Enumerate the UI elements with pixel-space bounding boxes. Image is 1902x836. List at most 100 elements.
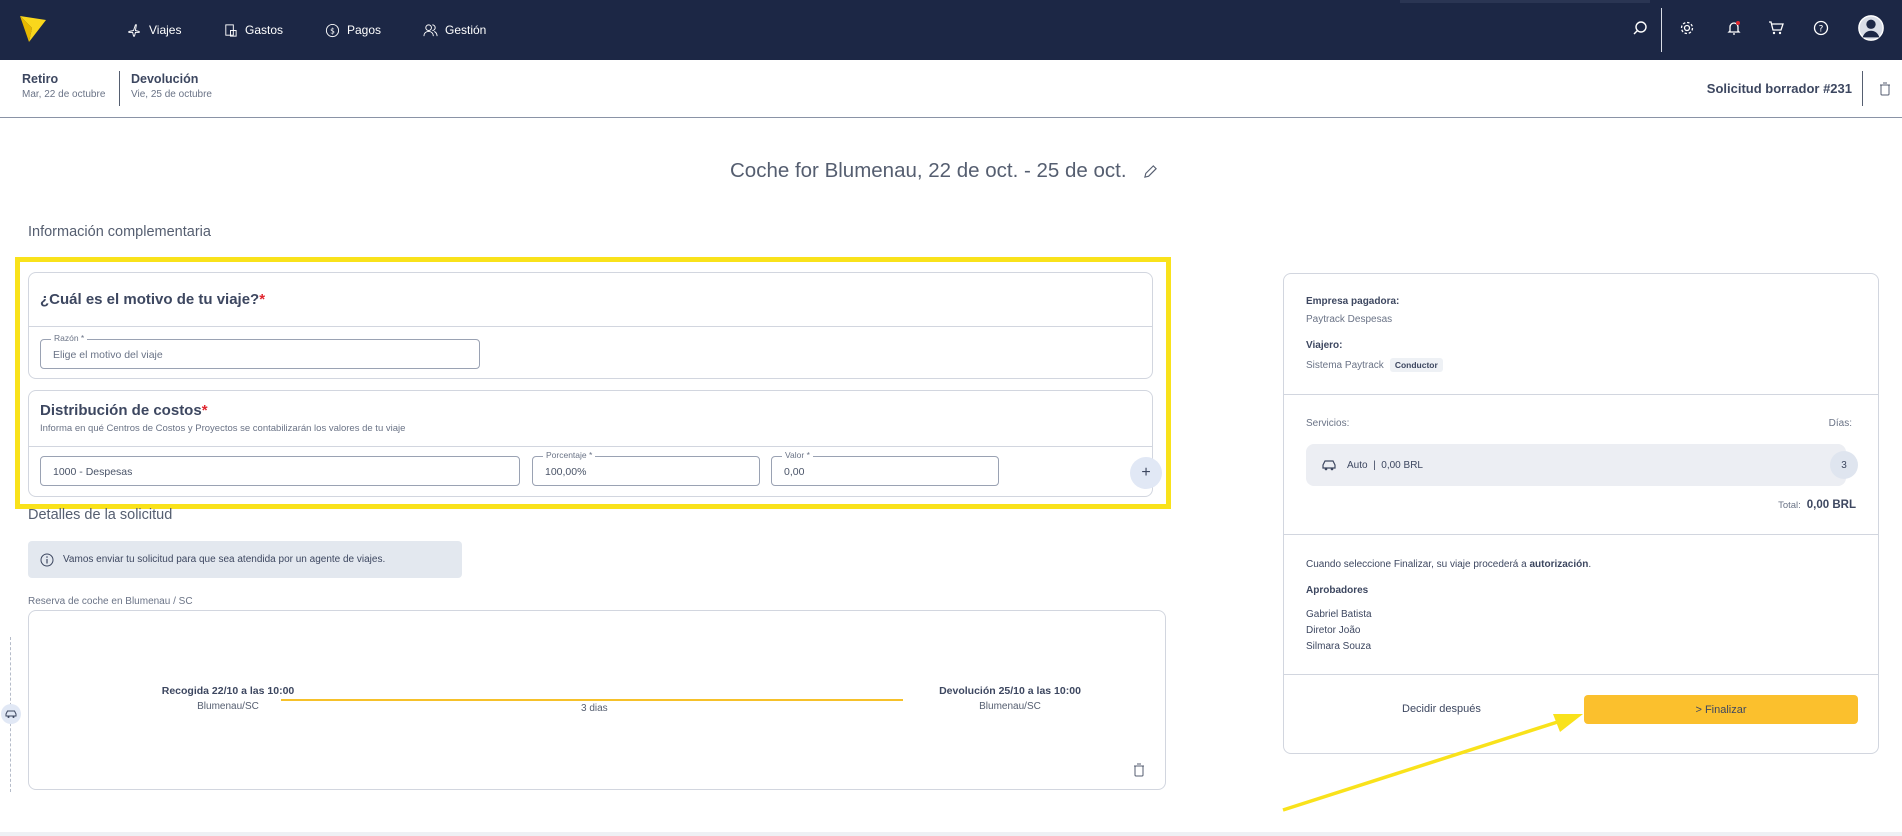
pencil-icon[interactable]	[1143, 164, 1158, 179]
cost-distribution-card: Distribución de costos* Informa en qué C…	[28, 390, 1153, 497]
pickup-date: Mar, 22 de octubre	[22, 89, 106, 100]
auth-text-post: .	[1588, 559, 1592, 570]
section-details-heading: Detalles de la solicitud	[28, 507, 173, 523]
svg-text:$: $	[330, 26, 335, 35]
reason-heading: ¿Cuál es el motivo de tu viaje?*	[40, 291, 265, 308]
notifications-button[interactable]	[1722, 16, 1746, 40]
annotation-arrow	[1282, 714, 1583, 812]
search-button[interactable]	[1628, 16, 1652, 40]
user-menu-button[interactable]	[1856, 13, 1886, 43]
trash-icon[interactable]	[1878, 82, 1892, 96]
return-date: Vie, 25 de octubre	[131, 89, 212, 100]
info-text: Vamos enviar tu solicitud para que sea a…	[63, 554, 386, 565]
pickup-info: Retiro Mar, 22 de octubre	[22, 72, 105, 100]
reason-heading-text: ¿Cuál es el motivo de tu viaje?	[40, 291, 260, 308]
add-cost-center-button[interactable]: +	[1130, 457, 1162, 489]
cart-icon	[1769, 21, 1784, 35]
traveler-row: Sistema Paytrack Conductor	[1306, 358, 1443, 372]
section-complementary-heading: Información complementaria	[28, 224, 211, 240]
top-strip	[1400, 0, 1650, 3]
value-value: 0,00	[784, 466, 805, 478]
services-label: Servicios:	[1306, 418, 1350, 429]
duration-line	[281, 699, 903, 701]
car-reservation-card[interactable]: Recogida 22/10 a las 10:00 Blumenau/SC 3…	[28, 610, 1166, 790]
subheader-divider	[1862, 71, 1863, 106]
return-title: Devolución	[131, 72, 199, 86]
nav-label: Gestión	[445, 23, 487, 37]
finalize-button[interactable]: > Finalizar	[1584, 695, 1858, 724]
traveler-value: Sistema Paytrack	[1306, 360, 1384, 371]
nav-pagos[interactable]: $ Pagos	[325, 18, 381, 42]
summary-services: Servicios: Días: Auto | 0,00 BRL 3 Total…	[1284, 395, 1878, 535]
svg-text:?: ?	[1819, 25, 1824, 35]
gear-icon	[1680, 21, 1694, 35]
trip-reason-card: ¿Cuál es el motivo de tu viaje?* Razón *…	[28, 272, 1153, 379]
reason-placeholder: Elige el motivo del viaje	[53, 349, 163, 361]
return-point: Devolución 25/10 a las 10:00 Blumenau/SC	[919, 685, 1101, 712]
nav-gestion[interactable]: Gestión	[423, 18, 486, 42]
total-row: Total: 0,00 BRL	[1778, 499, 1856, 511]
search-icon	[1633, 21, 1647, 35]
duration-label: 3 dias	[581, 703, 608, 714]
nav-divider	[1661, 8, 1662, 52]
avatar-icon	[1858, 15, 1884, 41]
page-title-text: Coche for Blumenau, 22 de oct. - 25 de o…	[730, 159, 1127, 182]
total-label: Total:	[1778, 500, 1801, 511]
traveler-role-badge: Conductor	[1389, 358, 1443, 372]
percent-label: Porcentaje *	[543, 450, 596, 460]
auth-text-bold: autorización	[1529, 559, 1589, 570]
auth-text-pre: Cuando seleccione Finalizar, su viaje pr…	[1306, 559, 1530, 570]
info-icon	[40, 553, 54, 566]
trip-subheader: Retiro Mar, 22 de octubre Devolución Vie…	[0, 60, 1902, 118]
card-divider	[29, 446, 1152, 447]
traveler-label: Viajero:	[1306, 340, 1343, 351]
company-value: Paytrack Despesas	[1306, 314, 1393, 325]
reason-field-label: Razón *	[51, 333, 88, 343]
return-info: Devolución Vie, 25 de octubre	[131, 72, 212, 100]
cost-center-select[interactable]: 1000 - Despesas	[40, 456, 520, 486]
service-days-badge: 3	[1830, 451, 1858, 479]
summary-approval: Cuando seleccione Finalizar, su viaje pr…	[1284, 535, 1878, 675]
reason-select[interactable]: Razón * Elige el motivo del viaje	[40, 333, 480, 369]
days-label: Días:	[1828, 418, 1852, 429]
company-label: Empresa pagadora:	[1306, 296, 1400, 307]
required-mark: *	[259, 291, 266, 308]
car-icon	[1322, 460, 1336, 471]
page-title: Coche for Blumenau, 22 de oct. - 25 de o…	[730, 159, 1158, 183]
plane-icon	[128, 23, 140, 37]
cost-center-value: 1000 - Despesas	[53, 466, 133, 478]
total-value: 0,00 BRL	[1806, 499, 1856, 511]
settings-button[interactable]	[1675, 16, 1699, 40]
car-timeline-marker	[1, 704, 21, 724]
help-button[interactable]: ?	[1809, 16, 1833, 40]
nav-label: Pagos	[347, 23, 382, 37]
service-row-auto[interactable]: Auto | 0,00 BRL 3	[1306, 444, 1858, 486]
percent-input[interactable]: Porcentaje * 100,00%	[532, 450, 760, 486]
subheader-divider	[119, 71, 120, 106]
trash-icon[interactable]	[1133, 763, 1145, 777]
pickup-line: Recogida 22/10 a las 10:00	[161, 685, 295, 697]
approver-item: Diretor João	[1306, 625, 1361, 636]
summary-panel: Empresa pagadora: Paytrack Despesas Viaj…	[1283, 273, 1879, 754]
dollar-icon: $	[325, 23, 340, 37]
users-icon	[423, 23, 438, 36]
nav-gastos[interactable]: Gastos	[223, 18, 283, 42]
approver-item: Gabriel Batista	[1306, 609, 1372, 620]
summary-parties: Empresa pagadora: Paytrack Despesas Viaj…	[1284, 274, 1878, 395]
top-navbar: Viajes Gastos $ Pagos Gestión ?	[0, 0, 1902, 60]
bell-icon	[1727, 21, 1741, 35]
approvers-label: Aprobadores	[1306, 585, 1369, 596]
cart-button[interactable]	[1764, 16, 1788, 40]
page-bottom-edge	[0, 832, 1902, 836]
nav-viajes[interactable]: Viajes	[127, 18, 181, 42]
draft-request-number: Solicitud borrador #231	[1706, 81, 1852, 96]
nav-label: Gastos	[245, 23, 284, 37]
paytrack-logo[interactable]	[20, 14, 46, 44]
costs-subtitle: Informa en qué Centros de Costos y Proye…	[40, 423, 406, 434]
nav-label: Viajes	[149, 23, 182, 37]
pickup-title: Retiro	[22, 72, 59, 86]
return-city: Blumenau/SC	[979, 701, 1041, 712]
value-input[interactable]: Valor * 0,00	[771, 450, 999, 486]
costs-heading: Distribución de costos*	[40, 402, 405, 419]
approver-item: Silmara Souza	[1306, 641, 1372, 652]
